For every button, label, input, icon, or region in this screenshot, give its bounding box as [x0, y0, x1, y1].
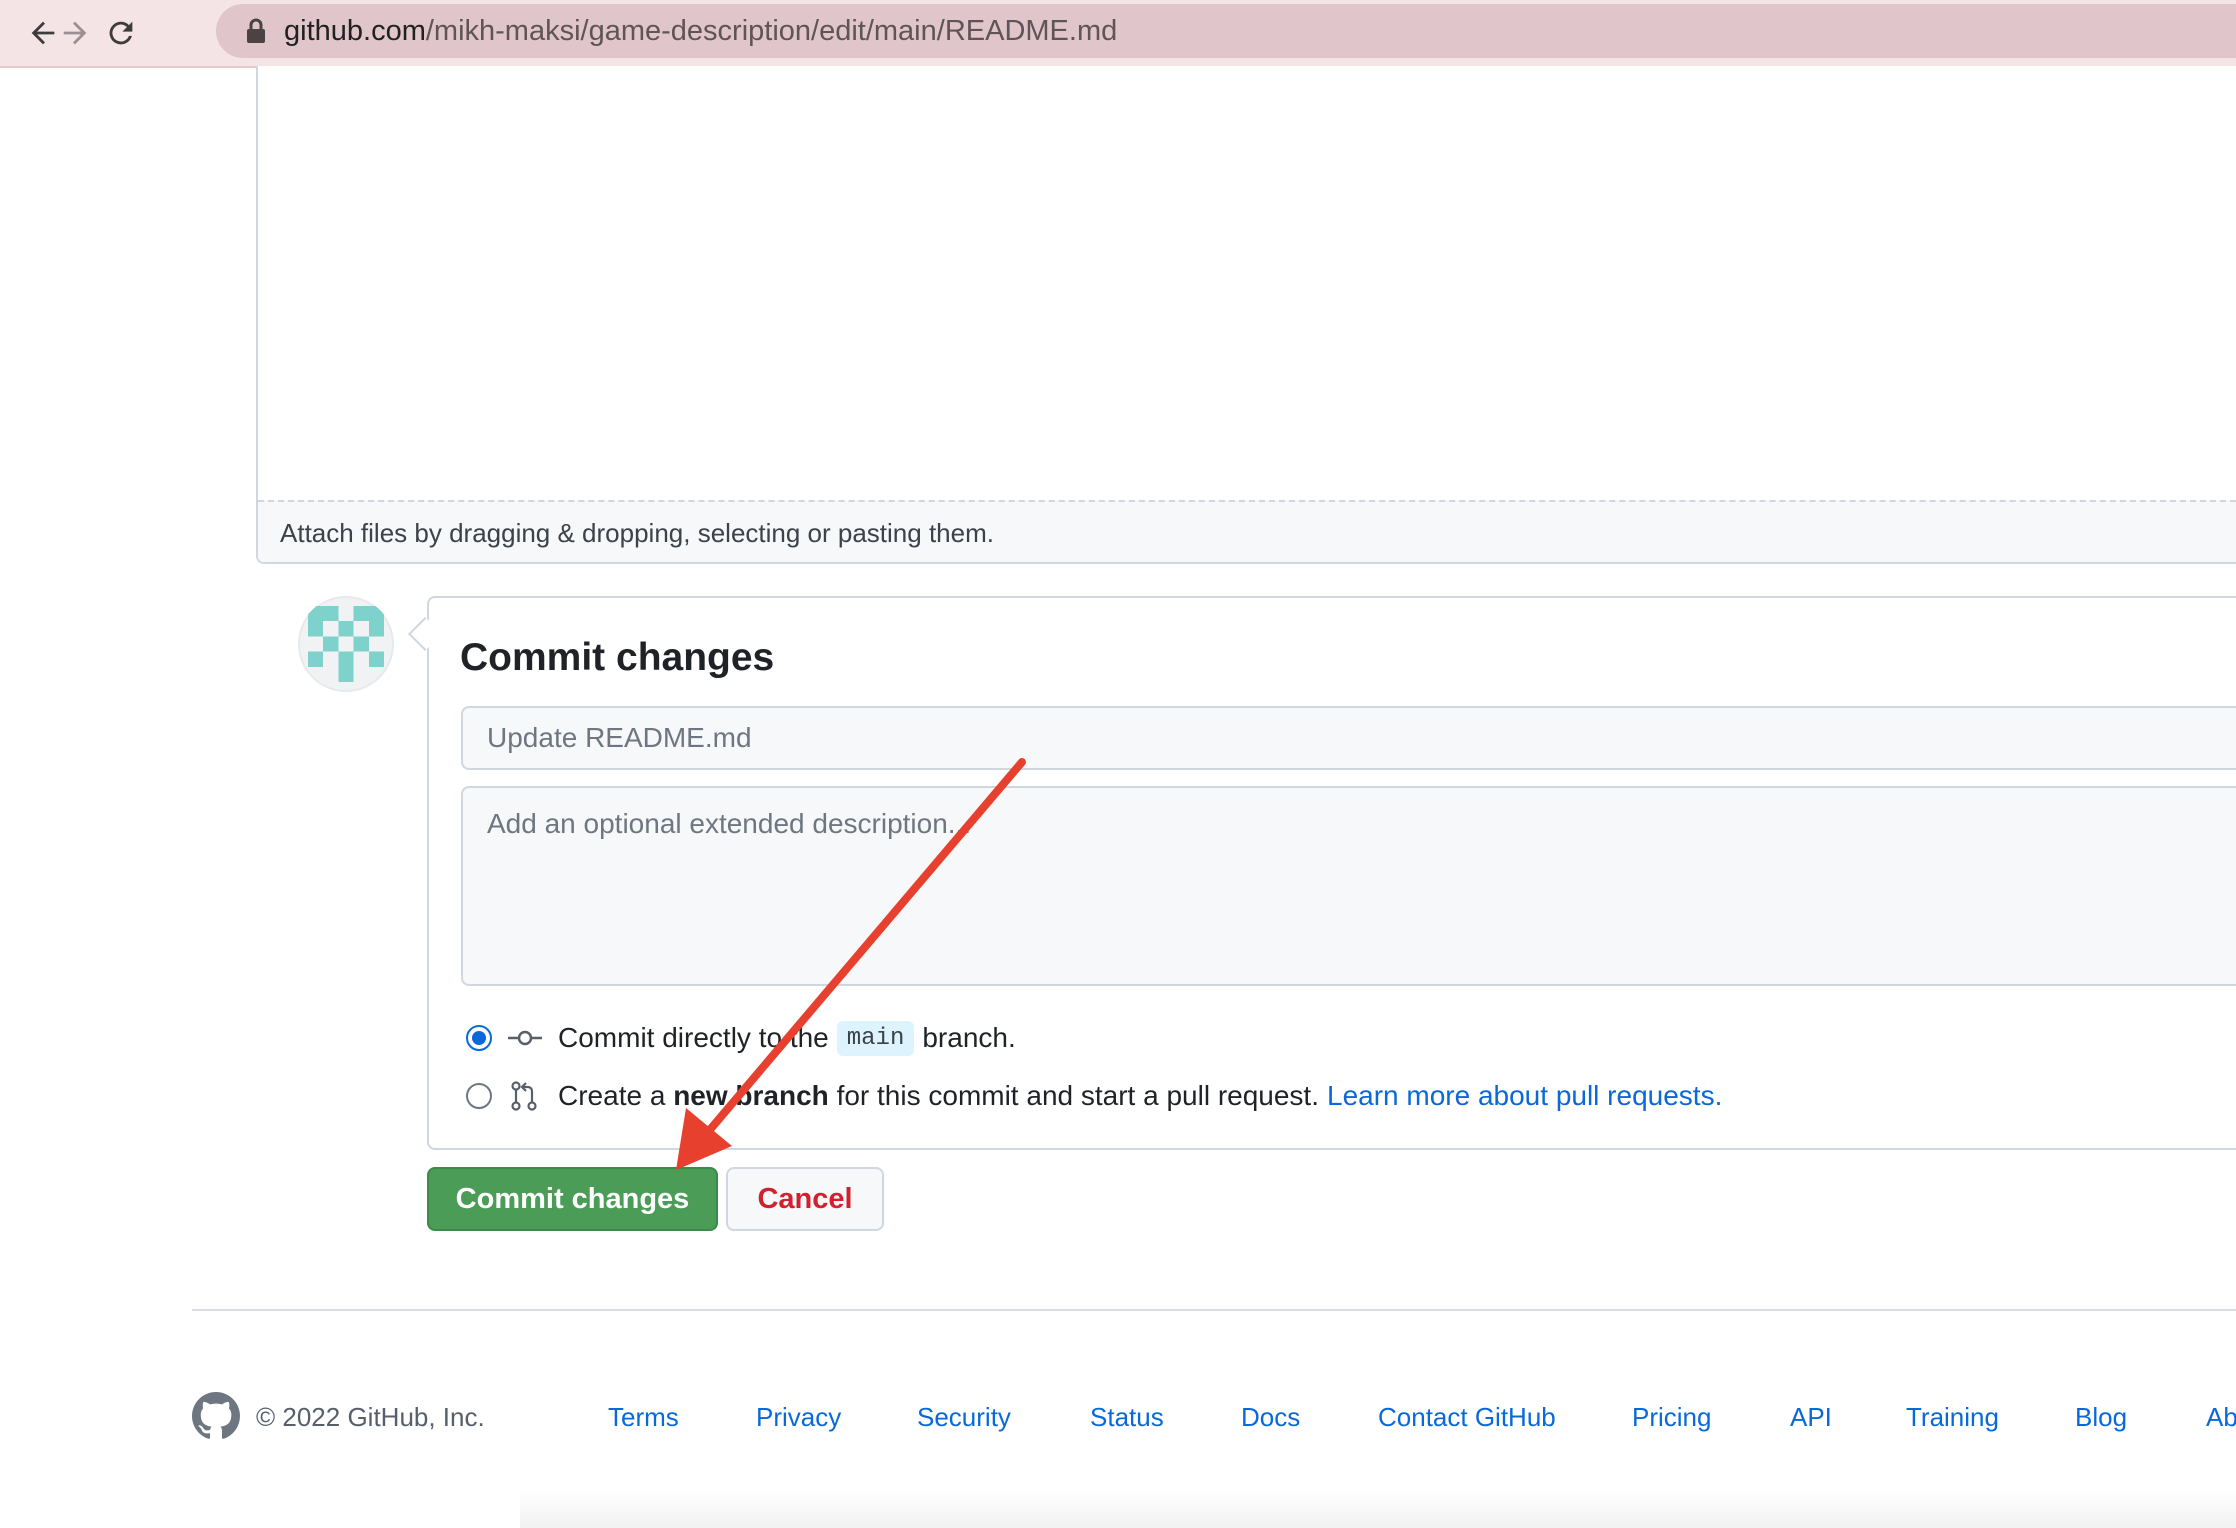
- footer-link-status[interactable]: Status: [1090, 1402, 1164, 1433]
- reload-icon: [109, 21, 133, 45]
- footer-link-training[interactable]: Training: [1906, 1402, 1999, 1433]
- browser-toolbar: github.com/mikh-maksi/game-description/e…: [0, 0, 2236, 68]
- new-branch-option[interactable]: Create a new branch for this commit and …: [466, 1076, 1722, 1116]
- reload-button[interactable]: [96, 8, 146, 58]
- footer-link-contact-github[interactable]: Contact GitHub: [1378, 1402, 1556, 1433]
- lock-icon: [247, 18, 265, 43]
- footer-link-blog[interactable]: Blog: [2075, 1402, 2127, 1433]
- commit-summary-input[interactable]: [461, 706, 2236, 770]
- url-host: github.com: [284, 15, 426, 47]
- attach-files-bar[interactable]: Attach files by dragging & dropping, sel…: [258, 500, 2236, 562]
- address-bar[interactable]: github.com/mikh-maksi/game-description/e…: [216, 4, 2236, 58]
- footer-link-privacy[interactable]: Privacy: [756, 1402, 841, 1433]
- footer-link-about[interactable]: Ab: [2206, 1402, 2236, 1433]
- learn-more-pull-requests-link[interactable]: Learn more about pull requests.: [1327, 1080, 1722, 1112]
- footer-link-terms[interactable]: Terms: [608, 1402, 679, 1433]
- commit-changes-button[interactable]: Commit changes: [427, 1167, 718, 1231]
- github-logo-icon[interactable]: [192, 1392, 240, 1440]
- url-path: /mikh-maksi/game-description/edit/main/R…: [425, 15, 1118, 47]
- cancel-button[interactable]: Cancel: [726, 1167, 884, 1231]
- forward-button[interactable]: [50, 8, 100, 58]
- commit-direct-label: Commit directly to the: [558, 1022, 829, 1053]
- new-branch-bold: new branch: [673, 1080, 829, 1111]
- footer-link-security[interactable]: Security: [917, 1402, 1011, 1433]
- commit-direct-option[interactable]: Commit directly to the main branch.: [466, 1018, 1016, 1058]
- commit-title: Commit changes: [460, 636, 775, 679]
- forward-icon: [63, 21, 87, 45]
- attach-files-hint: Attach files by dragging & dropping, sel…: [280, 518, 994, 548]
- git-pull-request-icon: [511, 1081, 537, 1111]
- url-text: github.com/mikh-maksi/game-description/e…: [284, 15, 1117, 47]
- new-branch-radio[interactable]: [466, 1083, 492, 1109]
- footer-copyright: © 2022 GitHub, Inc.: [256, 1402, 485, 1432]
- footer-divider: [192, 1309, 2236, 1311]
- commit-direct-radio[interactable]: [466, 1025, 492, 1051]
- git-commit-icon: [508, 1030, 542, 1046]
- new-branch-suffix: for this commit and start a pull request…: [836, 1080, 1319, 1111]
- branch-name: main: [836, 1020, 915, 1056]
- file-editor[interactable]: Attach files by dragging & dropping, sel…: [256, 66, 2236, 564]
- footer-link-pricing[interactable]: Pricing: [1632, 1402, 1711, 1433]
- identicon: [308, 606, 384, 682]
- footer-link-api[interactable]: API: [1790, 1402, 1832, 1433]
- new-branch-prefix: Create a: [558, 1080, 666, 1111]
- footer-link-docs[interactable]: Docs: [1241, 1402, 1300, 1433]
- bottom-edge-shadow: [520, 1490, 2236, 1528]
- commit-direct-suffix: branch.: [922, 1022, 1016, 1053]
- commit-description-input[interactable]: [461, 786, 2236, 986]
- avatar[interactable]: [298, 596, 394, 692]
